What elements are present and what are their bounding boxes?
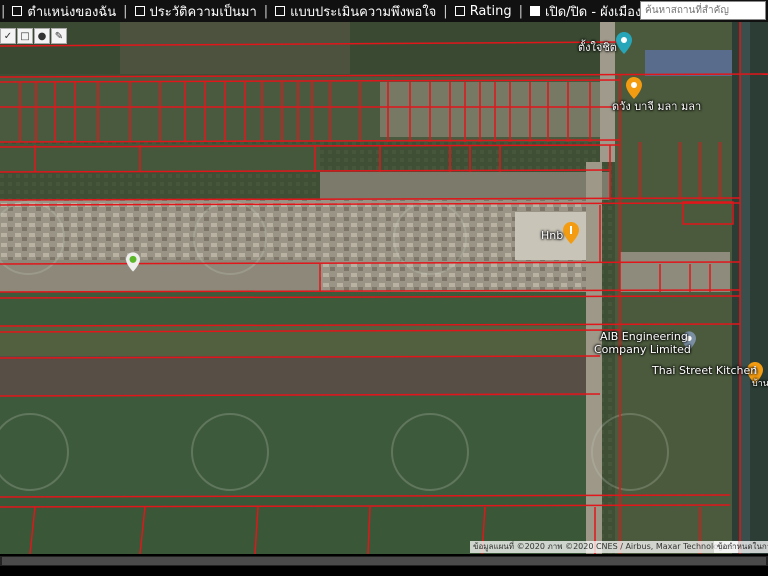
nav-label: ประวัติความเป็นมา: [149, 4, 257, 20]
map-pin-orange-icon[interactable]: [626, 77, 642, 99]
map-attribution: ข้อมูลแผนที่ ©2020 ภาพ ©2020 CNES / Airb…: [470, 541, 738, 553]
check-icon[interactable]: ✓: [0, 28, 16, 44]
place-label-aib: AIB Engineering: [600, 330, 688, 343]
checkbox-checked-icon: [530, 6, 540, 16]
search-input[interactable]: [640, 1, 766, 20]
place-label: ตั้งใจชิต: [578, 41, 617, 54]
nav-item-history[interactable]: ประวัติความเป็นมา: [129, 0, 263, 22]
drawing-toolbar: ✓ □ ● ✎: [0, 28, 68, 46]
nav-item-rating[interactable]: Rating: [449, 0, 518, 22]
checkbox-icon: [275, 6, 286, 16]
circle-icon[interactable]: ●: [34, 28, 50, 44]
restaurant-pin-icon[interactable]: [563, 222, 579, 244]
terms-of-use-link[interactable]: ข้อกำหนดในการใช้: [714, 541, 768, 553]
nav-label: เปิด/ปิด - ผังเมือง: [545, 4, 642, 20]
checkbox-icon: [134, 6, 145, 16]
place-label-aib: Company Limited: [594, 343, 691, 356]
nav-label: แบบประเมินความพึงพอใจ: [290, 4, 437, 20]
place-label: ดวัง บาจี มลา มลา: [612, 100, 702, 113]
nav-item-toggle-city-plan[interactable]: เปิด/ปิด - ผังเมือง: [524, 0, 647, 22]
checkbox-icon: [454, 6, 465, 16]
place-label-hnb: Hnb: [541, 229, 564, 242]
pen-icon[interactable]: ✎: [51, 28, 67, 44]
place-label: บ้าน: [752, 379, 768, 389]
checkbox-icon: [12, 6, 23, 16]
place-label-thai-street-kitchen: Thai Street Kitchen: [652, 364, 758, 377]
scrollbar-thumb[interactable]: [2, 557, 766, 565]
horizontal-scrollbar[interactable]: [0, 556, 768, 566]
nav-label: Rating: [469, 3, 512, 19]
map-pin-teal-icon[interactable]: [616, 32, 632, 54]
square-icon[interactable]: □: [17, 28, 33, 44]
nav-label: ตำแหน่งของฉัน: [27, 4, 117, 20]
nav-item-satisfaction-survey[interactable]: แบบประเมินความพึงพอใจ: [269, 0, 442, 22]
map-view[interactable]: ตั้งใจชิต ดวัง บาจี มลา มลา Hnb AIB Engi…: [0, 22, 768, 554]
nav-item-my-location[interactable]: ตำแหน่งของฉัน: [6, 0, 122, 22]
location-marker-green-icon[interactable]: [126, 252, 140, 272]
